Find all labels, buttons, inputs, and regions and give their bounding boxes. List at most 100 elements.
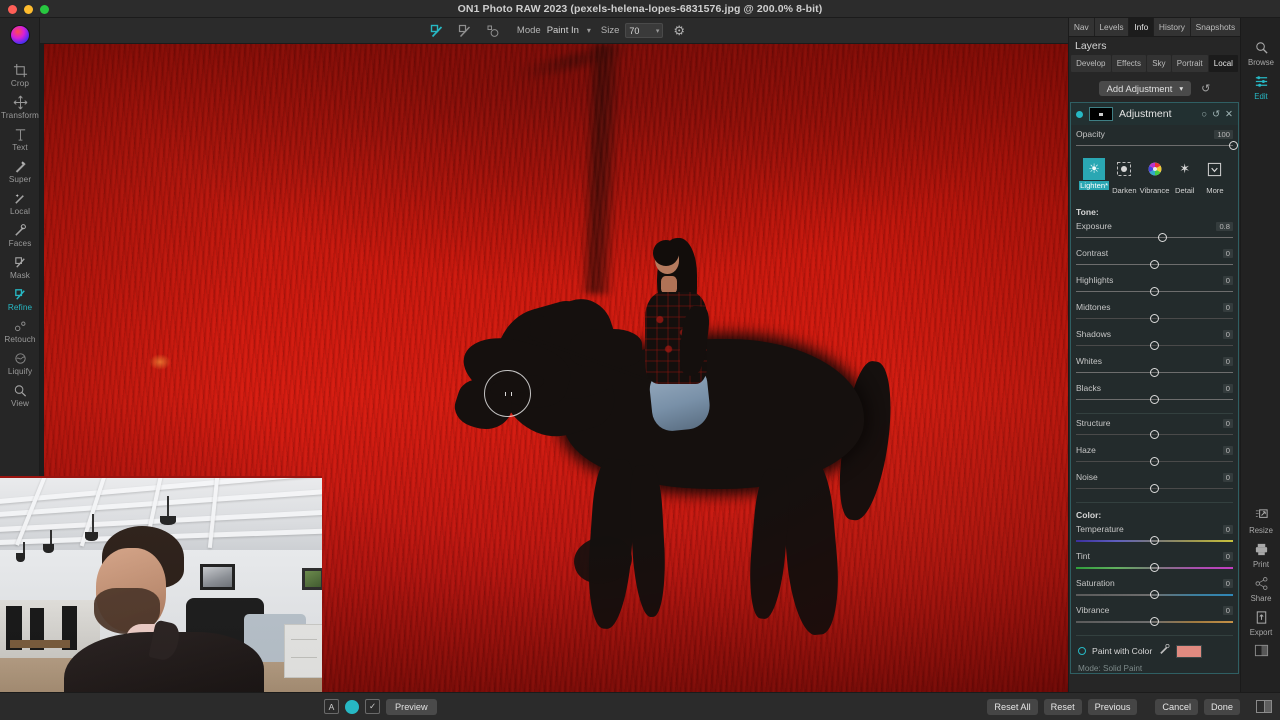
subtab-local[interactable]: Local <box>1208 55 1239 72</box>
tool-liquify[interactable]: Liquify <box>0 346 40 378</box>
whites-knob[interactable] <box>1150 368 1159 377</box>
layer-close-icon[interactable]: ✕ <box>1225 109 1233 120</box>
gear-icon[interactable]: ⚙ <box>673 23 685 39</box>
reset-all-button[interactable]: Reset All <box>987 698 1038 715</box>
shadows-knob[interactable] <box>1150 341 1159 350</box>
saturation-track[interactable] <box>1076 589 1233 601</box>
module-print[interactable]: Print <box>1241 538 1280 572</box>
tool-super-select[interactable]: Super <box>0 154 40 186</box>
text-icon <box>0 125 40 142</box>
tab-snapshots[interactable]: Snapshots <box>1190 18 1241 36</box>
midtones-knob[interactable] <box>1150 314 1159 323</box>
haze-track[interactable] <box>1076 456 1233 468</box>
tool-faces[interactable]: Faces <box>0 218 40 250</box>
temperature-track[interactable] <box>1076 535 1233 547</box>
tool-local[interactable]: Local <box>0 186 40 218</box>
slider-value: 0 <box>1222 357 1233 366</box>
tab-info[interactable]: Info <box>1129 18 1155 36</box>
preview-button[interactable]: Preview <box>386 698 437 715</box>
exposure-track[interactable] <box>1076 232 1233 244</box>
mode-value[interactable]: Paint In <box>547 25 579 36</box>
noise-knob[interactable] <box>1150 484 1159 493</box>
vibrance-track[interactable] <box>1076 616 1233 628</box>
chevron-down-icon[interactable]: ▾ <box>587 26 591 35</box>
visibility-dot-icon[interactable] <box>1076 110 1083 118</box>
shadows-track[interactable] <box>1076 340 1233 352</box>
blacks-knob[interactable] <box>1150 395 1159 404</box>
brush-size-input[interactable]: 70 ▾ <box>625 23 664 38</box>
paint-in-icon[interactable] <box>425 21 449 41</box>
done-button[interactable]: Done <box>1204 698 1240 715</box>
cancel-button[interactable]: Cancel <box>1155 698 1199 715</box>
faces-icon <box>0 221 40 238</box>
previous-button[interactable]: Previous <box>1087 698 1138 715</box>
tool-transform[interactable]: Transform <box>0 90 40 122</box>
mode-darken[interactable]: Darken <box>1109 158 1139 198</box>
subtab-sky[interactable]: Sky <box>1147 55 1171 72</box>
opacity-label: Opacity <box>1076 129 1105 139</box>
show-mask-button[interactable]: ✓ <box>365 699 380 714</box>
tool-mask[interactable]: Mask <box>0 250 40 282</box>
tool-crop[interactable]: Crop <box>0 58 40 90</box>
chevron-down-icon[interactable]: ▾ <box>656 27 660 35</box>
paint-with-color-radio[interactable] <box>1078 647 1086 655</box>
whites-track[interactable] <box>1076 367 1233 379</box>
mode-more[interactable]: More <box>1200 158 1230 198</box>
layer-thumbnail[interactable] <box>1089 107 1113 121</box>
tint-track[interactable] <box>1076 562 1233 574</box>
subtab-develop[interactable]: Develop <box>1071 55 1111 72</box>
mode-vibrance[interactable]: Vibrance <box>1139 158 1169 198</box>
highlights-track[interactable] <box>1076 286 1233 298</box>
contrast-knob[interactable] <box>1150 260 1159 269</box>
tool-refine[interactable]: Refine <box>0 282 40 314</box>
blacks-track[interactable] <box>1076 394 1233 406</box>
layer-settings-icon[interactable]: ○ <box>1201 109 1207 120</box>
structure-track[interactable] <box>1076 429 1233 441</box>
opacity-track[interactable] <box>1076 140 1238 152</box>
exposure-knob[interactable] <box>1157 233 1167 242</box>
module-browse[interactable]: Browse <box>1241 36 1280 70</box>
tab-history[interactable]: History <box>1154 18 1191 36</box>
tab-levels[interactable]: Levels <box>1094 18 1130 36</box>
haze-knob[interactable] <box>1150 457 1159 466</box>
saturation-knob[interactable] <box>1150 590 1159 599</box>
temperature-knob[interactable] <box>1150 536 1159 545</box>
tool-view[interactable]: View <box>0 378 40 410</box>
perfect-brush-icon[interactable] <box>481 21 505 41</box>
compare-a-button[interactable]: A <box>324 699 339 714</box>
subtab-effects[interactable]: Effects <box>1111 55 1147 72</box>
mode-detail[interactable]: ✶ Detail <box>1170 158 1200 198</box>
mask-color-button[interactable] <box>345 699 359 714</box>
module-export[interactable]: Export <box>1241 606 1280 640</box>
midtones-track[interactable] <box>1076 313 1233 325</box>
adjustment-layer-header[interactable]: Adjustment ○ ↺ ✕ <box>1071 103 1238 125</box>
contrast-track[interactable] <box>1076 259 1233 271</box>
noise-track[interactable] <box>1076 483 1233 495</box>
mode-lighten[interactable]: ☀ Lighten* <box>1079 158 1110 198</box>
tint-knob[interactable] <box>1150 563 1159 572</box>
eyedropper-icon[interactable] <box>1158 642 1170 660</box>
brush-size-value: 70 <box>629 25 640 36</box>
tab-nav[interactable]: Nav <box>1069 18 1095 36</box>
add-adjustment-button[interactable]: Add Adjustment ▾ <box>1098 80 1192 96</box>
panel-toggle[interactable] <box>1241 640 1280 664</box>
layer-reset-icon[interactable]: ↺ <box>1212 109 1220 120</box>
revert-icon[interactable]: ↺ <box>1201 82 1210 95</box>
paint-out-icon[interactable] <box>453 21 477 41</box>
module-edit[interactable]: Edit <box>1241 70 1280 104</box>
slider-structure: Structure 0 <box>1076 414 1233 441</box>
opacity-knob[interactable] <box>1228 141 1238 150</box>
structure-knob[interactable] <box>1150 430 1159 439</box>
highlights-knob[interactable] <box>1150 287 1159 296</box>
tool-text[interactable]: Text <box>0 122 40 154</box>
paint-with-color-row[interactable]: Paint with Color <box>1076 636 1233 660</box>
module-share[interactable]: Share <box>1241 572 1280 606</box>
vibrance-knob[interactable] <box>1150 617 1159 626</box>
module-resize[interactable]: Resize <box>1241 504 1280 538</box>
paint-color-swatch[interactable] <box>1176 644 1203 658</box>
reset-button[interactable]: Reset <box>1043 698 1082 715</box>
tool-retouch[interactable]: Retouch <box>0 314 40 346</box>
subtab-portrait[interactable]: Portrait <box>1171 55 1208 72</box>
transform-icon <box>0 93 40 110</box>
split-view-icon[interactable] <box>1256 700 1272 713</box>
